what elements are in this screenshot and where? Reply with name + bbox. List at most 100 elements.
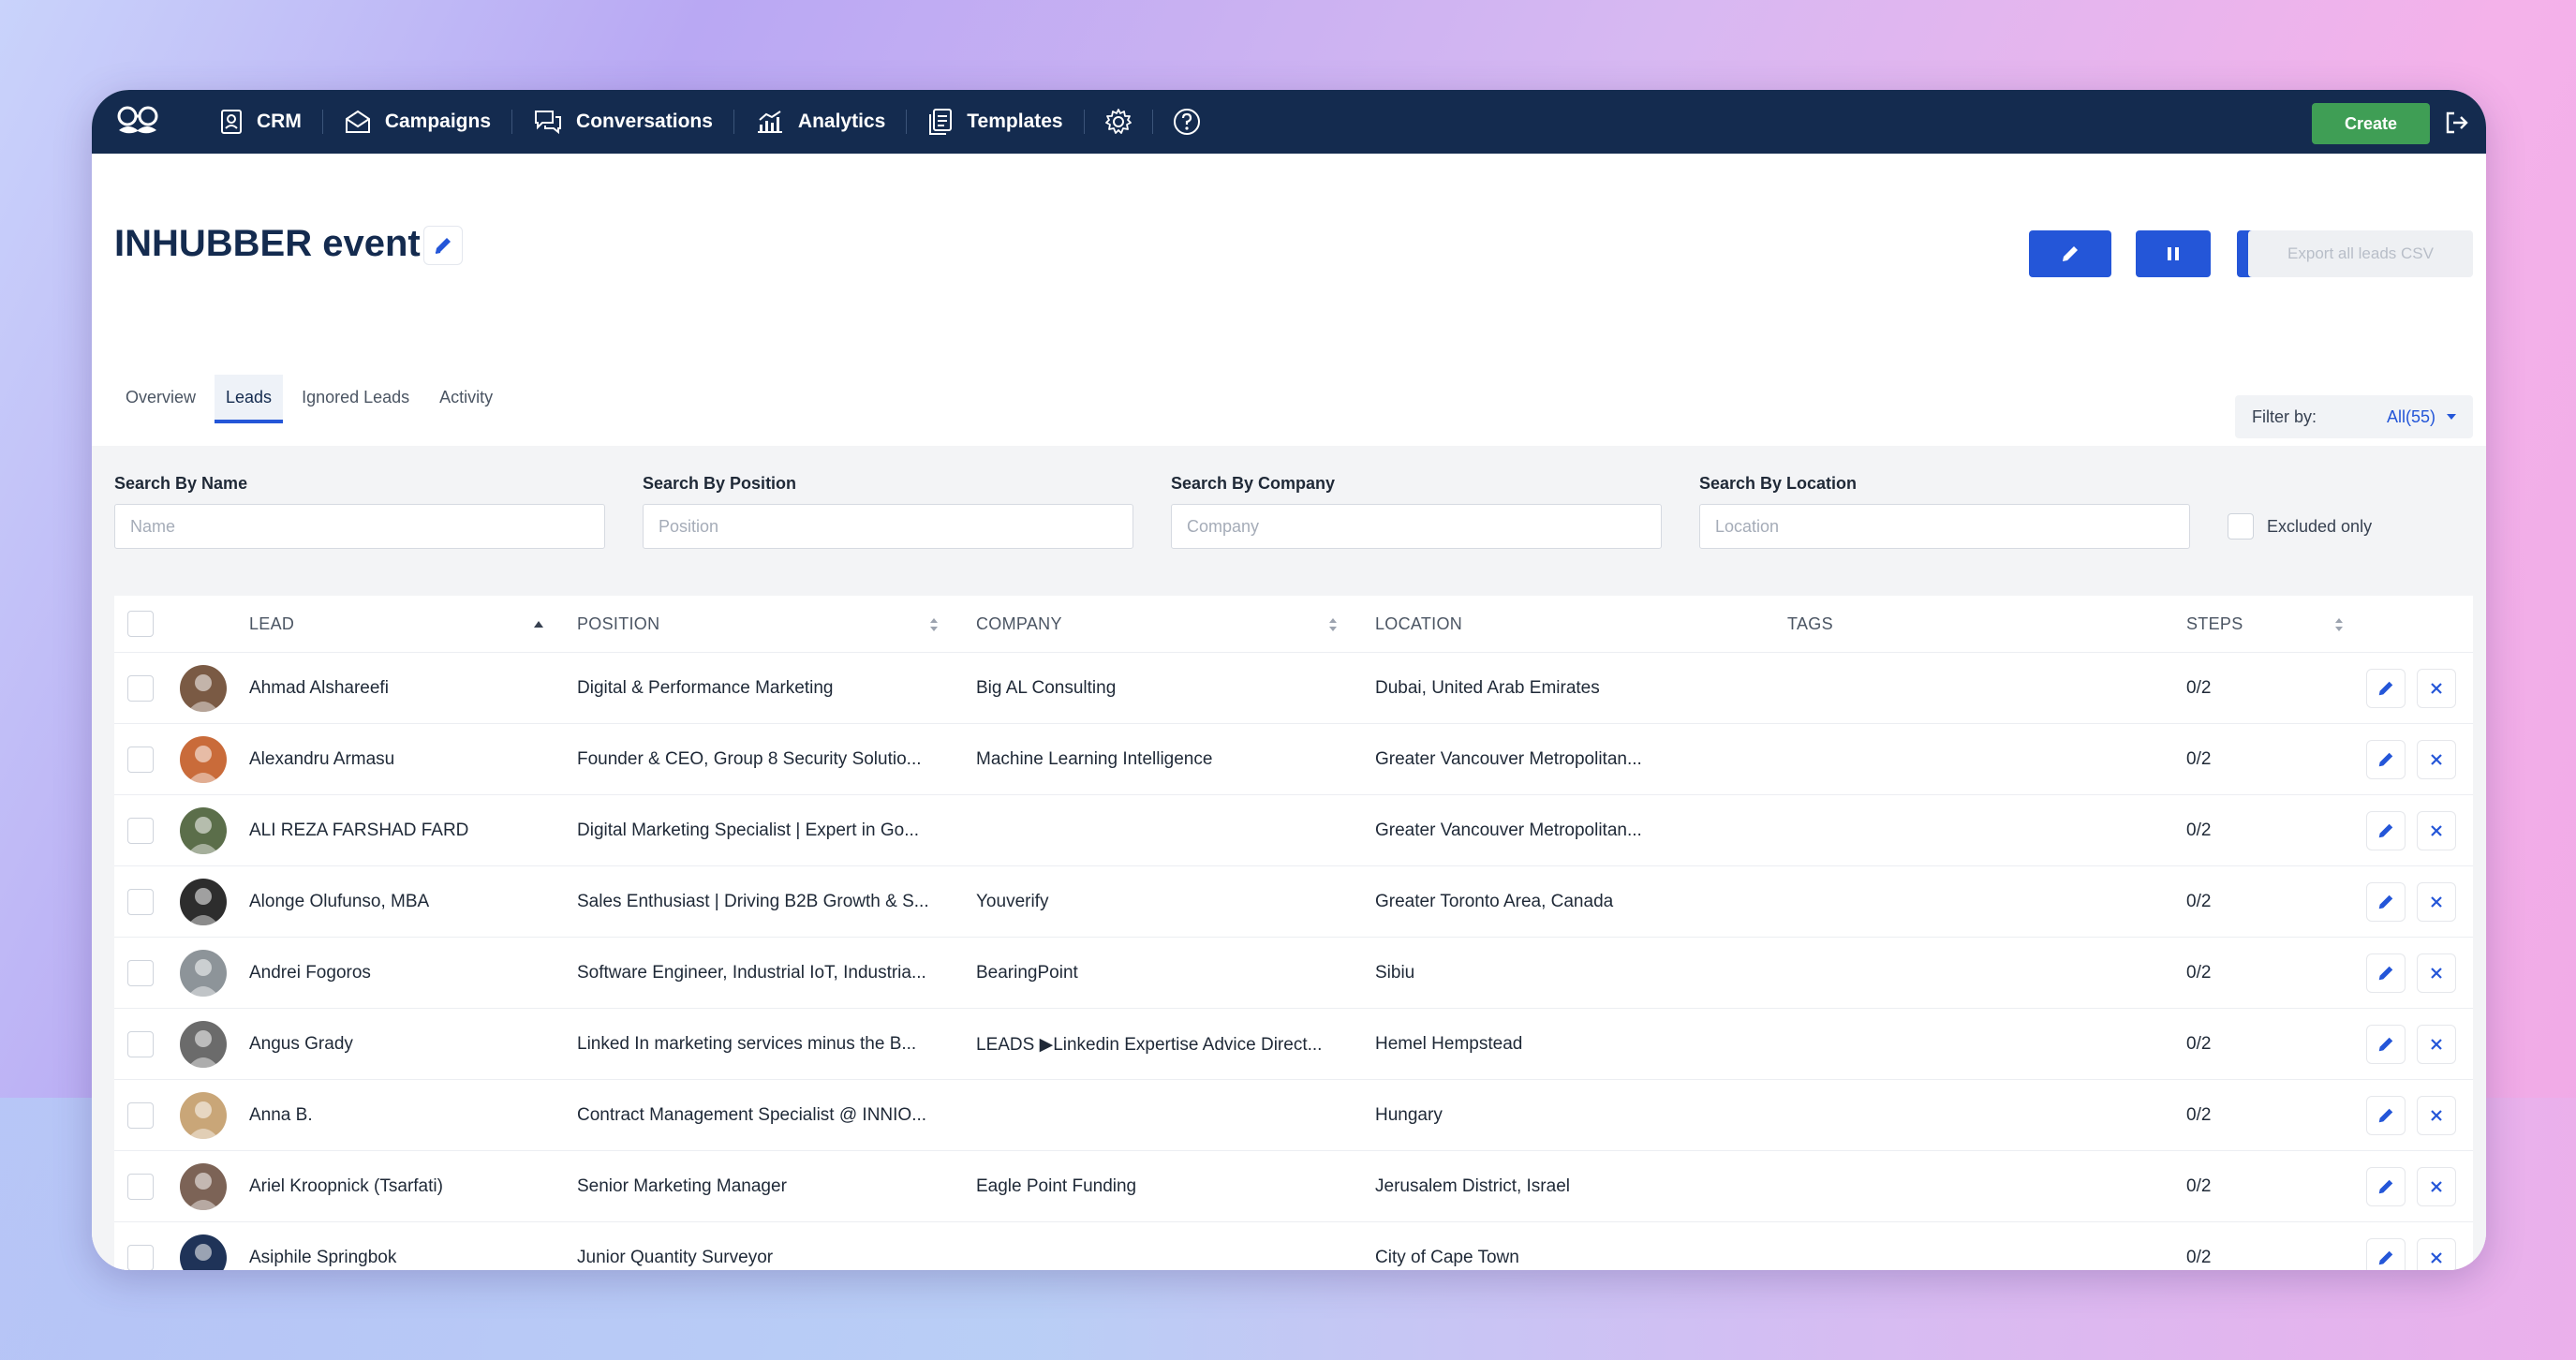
row-checkbox[interactable] xyxy=(127,960,154,986)
lead-name[interactable]: Andrei Fogoros xyxy=(249,938,558,1009)
row-checkbox[interactable] xyxy=(127,747,154,773)
edit-lead-button[interactable] xyxy=(2366,811,2406,850)
edit-title-button[interactable] xyxy=(423,226,463,265)
lead-position: Senior Marketing Manager xyxy=(577,1176,787,1196)
lead-steps: 0/2 xyxy=(2186,749,2212,769)
lead-company: Machine Learning Intelligence xyxy=(976,749,1213,769)
search-location-input[interactable] xyxy=(1699,504,2190,549)
sort-icon[interactable] xyxy=(927,615,940,634)
lead-steps: 0/2 xyxy=(2186,820,2212,840)
table-row[interactable]: ALI REZA FARSHAD FARD Digital Marketing S… xyxy=(114,794,2473,865)
table-row[interactable]: Ariel Kroopnick (Tsarfati) Senior Marketi… xyxy=(114,1150,2473,1221)
header-position[interactable]: POSITION xyxy=(577,596,659,652)
nav-campaigns-label: Campaigns xyxy=(384,111,492,132)
table-row[interactable]: Angus Grady Linked In marketing services … xyxy=(114,1008,2473,1079)
row-checkbox[interactable] xyxy=(127,1245,154,1270)
remove-lead-button[interactable] xyxy=(2417,811,2456,850)
search-company-input[interactable] xyxy=(1171,504,1662,549)
tab-leads[interactable]: Leads xyxy=(215,375,284,423)
remove-lead-button[interactable] xyxy=(2417,1238,2456,1270)
edit-campaign-button[interactable] xyxy=(2029,230,2111,277)
export-all-leads-csv-button[interactable]: Export all leads CSV xyxy=(2248,230,2473,277)
edit-lead-button[interactable] xyxy=(2366,1167,2406,1206)
remove-lead-button[interactable] xyxy=(2417,1096,2456,1135)
lead-name[interactable]: Asiphile Springbok xyxy=(249,1222,558,1270)
sort-ascending-icon[interactable] xyxy=(532,618,545,629)
lead-name[interactable]: ALI REZA FARSHAD FARD xyxy=(249,795,558,866)
header-company[interactable]: COMPANY xyxy=(976,596,1062,652)
table-header: LEAD POSITION COMPANY LOCATION TAGS STEP… xyxy=(114,596,2473,652)
tab-ignored-leads[interactable]: Ignored Leads xyxy=(290,380,421,423)
lead-name[interactable]: Alonge Olufunso, MBA xyxy=(249,866,558,938)
row-checkbox[interactable] xyxy=(127,675,154,702)
lead-steps: 0/2 xyxy=(2186,1176,2212,1196)
filter-dropdown[interactable]: Filter by: All(55) xyxy=(2235,395,2473,438)
row-checkbox[interactable] xyxy=(127,1174,154,1200)
table-row[interactable]: Anna B. Contract Management Specialist @ … xyxy=(114,1079,2473,1150)
mustache-glasses-logo-icon[interactable] xyxy=(114,103,161,140)
nav-templates[interactable]: Templates xyxy=(907,103,1083,140)
row-checkbox[interactable] xyxy=(127,1031,154,1057)
table-row[interactable]: Ahmad Alshareefi Digital & Performance Ma… xyxy=(114,652,2473,723)
avatar xyxy=(180,807,227,854)
lead-name[interactable]: Alexandru Armasu xyxy=(249,724,558,795)
excluded-only-filter[interactable]: Excluded only xyxy=(2228,513,2372,540)
table-row[interactable]: Alexandru Armasu Founder & CEO, Group 8 S… xyxy=(114,723,2473,794)
help-icon[interactable] xyxy=(1168,103,1206,140)
row-checkbox[interactable] xyxy=(127,889,154,915)
header-location[interactable]: LOCATION xyxy=(1375,596,1462,652)
lead-name[interactable]: Ariel Kroopnick (Tsarfati) xyxy=(249,1151,558,1222)
remove-lead-button[interactable] xyxy=(2417,669,2456,708)
nav-campaigns[interactable]: Campaigns xyxy=(323,103,511,140)
nav-crm[interactable]: CRM xyxy=(199,103,322,140)
row-checkbox[interactable] xyxy=(127,1102,154,1129)
lead-steps: 0/2 xyxy=(2186,1034,2212,1054)
remove-lead-button[interactable] xyxy=(2417,740,2456,779)
edit-lead-button[interactable] xyxy=(2366,1025,2406,1064)
lead-location: Hemel Hempstead xyxy=(1375,1034,1523,1054)
search-name-input[interactable] xyxy=(114,504,605,549)
nav-crm-label: CRM xyxy=(257,111,302,132)
pause-campaign-button[interactable] xyxy=(2136,230,2211,277)
remove-lead-button[interactable] xyxy=(2417,1167,2456,1206)
lead-location: Jerusalem District, Israel xyxy=(1375,1176,1570,1196)
filter-label: Filter by: xyxy=(2252,407,2317,426)
create-button[interactable]: Create xyxy=(2312,103,2430,144)
remove-lead-button[interactable] xyxy=(2417,882,2456,922)
remove-lead-button[interactable] xyxy=(2417,953,2456,993)
tab-overview[interactable]: Overview xyxy=(114,380,207,423)
edit-lead-button[interactable] xyxy=(2366,1238,2406,1270)
edit-lead-button[interactable] xyxy=(2366,882,2406,922)
sort-icon[interactable] xyxy=(2332,615,2346,634)
edit-lead-button[interactable] xyxy=(2366,953,2406,993)
search-company-label: Search By Company xyxy=(1171,474,1336,493)
sort-icon[interactable] xyxy=(1326,615,1340,634)
table-row[interactable]: Asiphile Springbok Junior Quantity Survey… xyxy=(114,1221,2473,1270)
table-row[interactable]: Alonge Olufunso, MBA Sales Enthusiast | D… xyxy=(114,865,2473,937)
select-all-checkbox[interactable] xyxy=(127,611,154,637)
edit-lead-button[interactable] xyxy=(2366,1096,2406,1135)
pencil-icon xyxy=(2063,246,2078,261)
header-lead[interactable]: LEAD xyxy=(249,596,294,652)
search-position-input[interactable] xyxy=(643,504,1133,549)
table-row[interactable]: Andrei Fogoros Software Engineer, Industr… xyxy=(114,937,2473,1008)
lead-name[interactable]: Anna B. xyxy=(249,1080,558,1151)
nav-analytics[interactable]: Analytics xyxy=(734,103,906,140)
caret-down-icon xyxy=(2447,414,2456,420)
tab-activity[interactable]: Activity xyxy=(428,380,504,423)
lead-position: Digital Marketing Specialist | Expert in… xyxy=(577,820,920,840)
remove-lead-button[interactable] xyxy=(2417,1025,2456,1064)
pencil-icon xyxy=(2378,1108,2393,1123)
nav-conversations[interactable]: Conversations xyxy=(512,103,733,140)
lead-company: Youverify xyxy=(976,892,1049,911)
lead-name[interactable]: Ahmad Alshareefi xyxy=(249,653,558,724)
settings-gear-icon[interactable] xyxy=(1100,103,1137,140)
excluded-only-checkbox[interactable] xyxy=(2228,513,2254,540)
header-steps[interactable]: STEPS xyxy=(2186,596,2243,652)
row-checkbox[interactable] xyxy=(127,818,154,844)
logout-icon[interactable] xyxy=(2441,107,2473,139)
avatar xyxy=(180,665,227,712)
lead-name[interactable]: Angus Grady xyxy=(249,1009,558,1080)
edit-lead-button[interactable] xyxy=(2366,740,2406,779)
edit-lead-button[interactable] xyxy=(2366,669,2406,708)
